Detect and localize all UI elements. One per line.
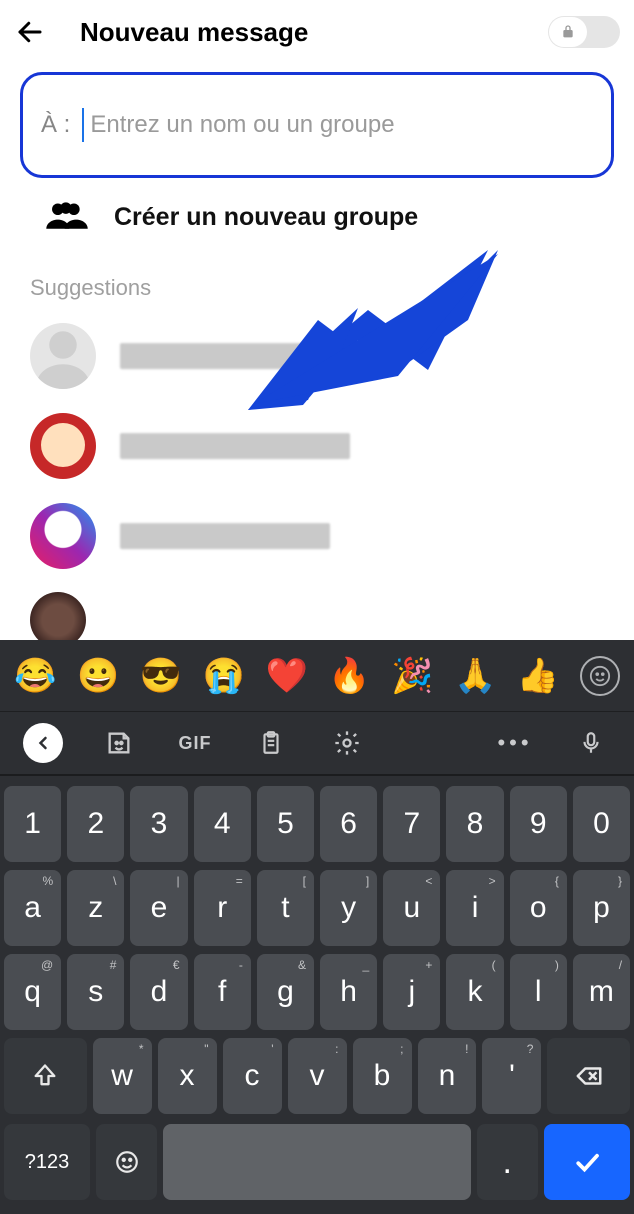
sticker-icon[interactable] — [84, 719, 154, 767]
key-k[interactable]: k( — [446, 954, 503, 1030]
suggestion-item[interactable] — [30, 411, 634, 481]
key-period[interactable]: . — [477, 1124, 538, 1200]
collapse-button[interactable] — [8, 719, 78, 767]
emoji-party[interactable]: 🎉 — [391, 656, 433, 696]
key-area: 1 2 3 4 5 6 7 8 9 0 a% z\ e| r= t[ y] u<… — [0, 776, 634, 1214]
emoji-thumbsup[interactable]: 👍 — [517, 656, 559, 696]
key-0[interactable]: 0 — [573, 786, 630, 862]
emoji-suggestion-row: 😂 😀 😎 😭 ❤️ 🔥 🎉 🙏 👍 — [0, 640, 634, 712]
key-z[interactable]: z\ — [67, 870, 124, 946]
key-p[interactable]: p} — [573, 870, 630, 946]
key-u[interactable]: u< — [383, 870, 440, 946]
key-6[interactable]: 6 — [320, 786, 377, 862]
key-apostrophe[interactable]: '? — [482, 1038, 541, 1114]
key-space[interactable] — [163, 1124, 470, 1200]
suggestions-header: Suggestions — [30, 275, 634, 301]
key-d[interactable]: d€ — [130, 954, 187, 1030]
back-button[interactable] — [14, 16, 46, 48]
gif-button[interactable]: GIF — [160, 719, 230, 767]
key-row-3: q@ s# d€ f- g& h_ j+ k( l) m/ — [0, 950, 634, 1034]
key-9[interactable]: 9 — [510, 786, 567, 862]
suggestion-name — [120, 523, 330, 549]
key-row-bottom: ?123 . — [0, 1118, 634, 1208]
page-title: Nouveau message — [80, 17, 308, 48]
group-icon — [44, 200, 90, 235]
suggestion-name — [120, 433, 350, 459]
create-group-row[interactable]: Créer un nouveau groupe — [44, 200, 634, 235]
emoji-picker-icon[interactable] — [580, 656, 620, 696]
to-label: À : — [41, 111, 70, 139]
emoji-pray[interactable]: 🙏 — [454, 656, 496, 696]
key-shift[interactable] — [4, 1038, 87, 1114]
key-8[interactable]: 8 — [446, 786, 503, 862]
toggle-knob — [549, 17, 587, 47]
emoji-heart[interactable]: ❤️ — [266, 656, 308, 696]
key-7[interactable]: 7 — [383, 786, 440, 862]
key-r[interactable]: r= — [194, 870, 251, 946]
avatar — [30, 323, 96, 389]
suggestion-item[interactable] — [30, 321, 634, 391]
emoji-joy[interactable]: 😂 — [14, 656, 56, 696]
key-emoji[interactable] — [96, 1124, 157, 1200]
mic-icon[interactable] — [556, 719, 626, 767]
more-icon[interactable]: ••• — [480, 719, 550, 767]
settings-icon[interactable] — [312, 719, 382, 767]
keyboard: 😂 😀 😎 😭 ❤️ 🔥 🎉 🙏 👍 GIF ••• — [0, 640, 634, 1214]
key-c[interactable]: c' — [223, 1038, 282, 1114]
emoji-fire[interactable]: 🔥 — [328, 656, 370, 696]
key-q[interactable]: q@ — [4, 954, 61, 1030]
key-f[interactable]: f- — [194, 954, 251, 1030]
key-w[interactable]: w* — [93, 1038, 152, 1114]
keyboard-toolbar: GIF ••• — [0, 712, 634, 776]
key-row-2: a% z\ e| r= t[ y] u< i> o{ p} — [0, 866, 634, 950]
key-o[interactable]: o{ — [510, 870, 567, 946]
emoji-cry[interactable]: 😭 — [203, 656, 245, 696]
header: Nouveau message — [0, 0, 634, 64]
key-h[interactable]: h_ — [320, 954, 377, 1030]
to-field-container[interactable]: À : — [20, 72, 614, 178]
key-e[interactable]: e| — [130, 870, 187, 946]
key-m[interactable]: m/ — [573, 954, 630, 1030]
key-4[interactable]: 4 — [194, 786, 251, 862]
key-backspace[interactable] — [547, 1038, 630, 1114]
key-5[interactable]: 5 — [257, 786, 314, 862]
key-s[interactable]: s# — [67, 954, 124, 1030]
key-j[interactable]: j+ — [383, 954, 440, 1030]
key-row-4: w* x" c' v: b; n! '? — [0, 1034, 634, 1118]
key-n[interactable]: n! — [418, 1038, 477, 1114]
key-v[interactable]: v: — [288, 1038, 347, 1114]
recipient-input[interactable] — [90, 107, 593, 143]
key-1[interactable]: 1 — [4, 786, 61, 862]
key-l[interactable]: l) — [510, 954, 567, 1030]
key-y[interactable]: y] — [320, 870, 377, 946]
key-a[interactable]: a% — [4, 870, 61, 946]
key-b[interactable]: b; — [353, 1038, 412, 1114]
key-row-1: 1 2 3 4 5 6 7 8 9 0 — [0, 782, 634, 866]
key-3[interactable]: 3 — [130, 786, 187, 862]
key-g[interactable]: g& — [257, 954, 314, 1030]
emoji-grin[interactable]: 😀 — [77, 656, 119, 696]
key-t[interactable]: t[ — [257, 870, 314, 946]
suggestion-item[interactable] — [30, 501, 634, 571]
secret-toggle[interactable] — [548, 16, 620, 48]
clipboard-icon[interactable] — [236, 719, 306, 767]
avatar — [30, 503, 96, 569]
key-symbols[interactable]: ?123 — [4, 1124, 90, 1200]
emoji-cool[interactable]: 😎 — [140, 656, 182, 696]
key-2[interactable]: 2 — [67, 786, 124, 862]
key-x[interactable]: x" — [158, 1038, 217, 1114]
key-enter[interactable] — [544, 1124, 630, 1200]
text-caret — [82, 108, 84, 142]
key-i[interactable]: i> — [446, 870, 503, 946]
create-group-label: Créer un nouveau groupe — [114, 203, 418, 232]
suggestion-name — [120, 343, 320, 369]
avatar — [30, 413, 96, 479]
